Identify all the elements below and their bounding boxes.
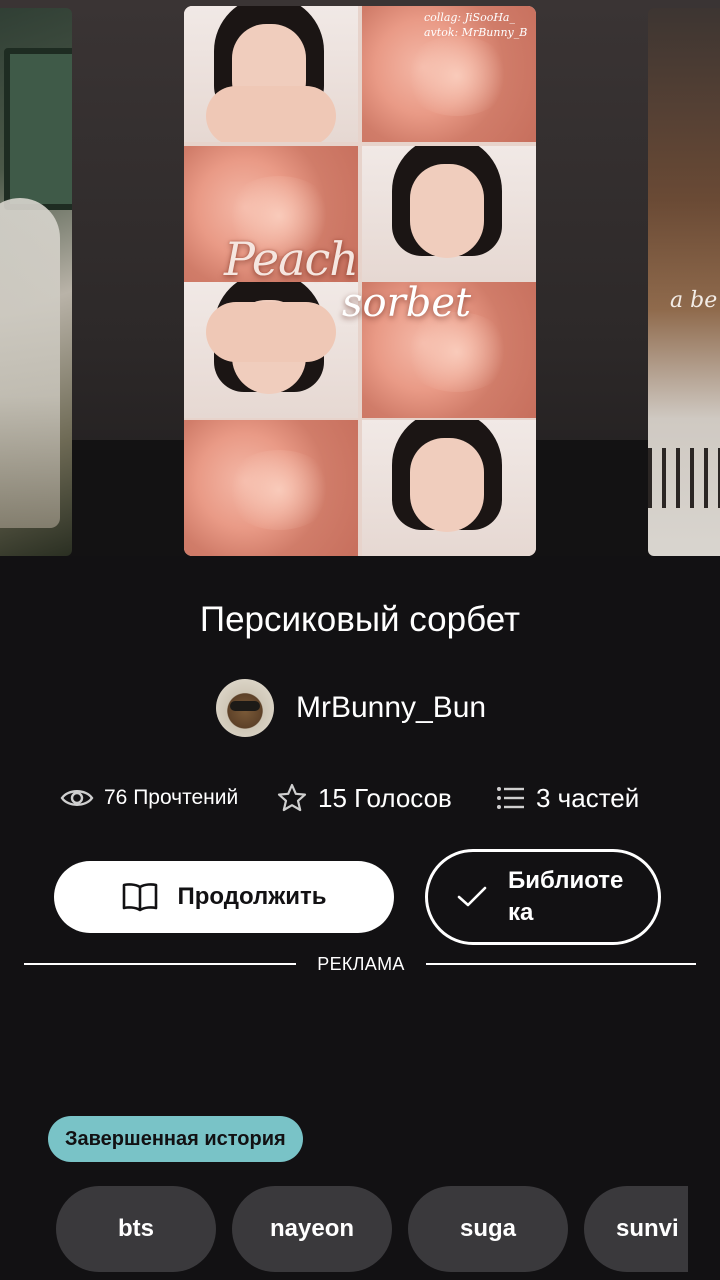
cover-photo-tile: [362, 146, 536, 282]
story-title: Персиковый сорбет: [199, 600, 521, 639]
checkmark-icon: [456, 885, 488, 909]
parts-count: 3 частей: [536, 782, 640, 813]
star-icon: [276, 782, 308, 814]
author-row[interactable]: MrBunny_Bun: [216, 678, 486, 738]
story-stats: 76 Прочтений 15 Голосов 3 частей: [60, 776, 680, 820]
votes-count: 15 Голосов: [318, 782, 452, 813]
reads-count: 76 Прочтений: [104, 786, 239, 809]
votes-stat: 15 Голосов: [276, 776, 452, 820]
list-icon: [496, 785, 526, 811]
tag-chip[interactable]: nayeon: [232, 1186, 392, 1272]
library-button-label: Библиоте ка: [508, 867, 624, 926]
cover-fence-shape: [648, 448, 720, 508]
eye-icon: [60, 786, 94, 810]
next-story-cover[interactable]: a be: [648, 8, 720, 556]
continue-reading-button[interactable]: Продолжить: [54, 861, 394, 933]
cover-subtitle-text: sorbet: [342, 280, 472, 326]
book-icon: [121, 881, 159, 913]
parts-stat: 3 частей: [496, 776, 639, 820]
ad-divider-right: [426, 963, 696, 965]
cover-photo-tile: [184, 282, 358, 418]
cover-figure-shape: [0, 198, 60, 528]
ad-label: РЕКЛАМА: [317, 954, 405, 974]
tag-list[interactable]: bts nayeon suga sunvi: [0, 1186, 688, 1272]
cover-title-text: Peach: [224, 232, 359, 286]
tag-chip[interactable]: bts: [56, 1186, 216, 1272]
cover-peach-tile: [184, 420, 358, 556]
ad-divider-left: [24, 963, 296, 965]
cover-window-shape: [4, 48, 72, 210]
completed-status-badge: Завершенная история: [48, 1116, 303, 1162]
cover-credits-text: collag: JiSooHa_ avtok: MrBunny_B: [424, 11, 528, 39]
story-cover[interactable]: Peach sorbet collag: JiSooHa_ avtok: MrB…: [184, 6, 536, 556]
story-page: Peach sorbet collag: JiSooHa_ avtok: MrB…: [0, 0, 720, 1280]
author-avatar[interactable]: [216, 679, 274, 737]
tag-chip[interactable]: sunvi: [584, 1186, 688, 1272]
next-cover-text: a be: [670, 288, 718, 313]
cover-carousel[interactable]: Peach sorbet collag: JiSooHa_ avtok: MrB…: [0, 0, 720, 556]
tag-chip[interactable]: suga: [408, 1186, 568, 1272]
previous-story-cover[interactable]: [0, 8, 72, 556]
reads-stat: 76 Прочтений: [60, 776, 238, 820]
cover-photo-tile: [184, 6, 358, 142]
add-to-library-button[interactable]: Библиоте ка: [425, 849, 661, 945]
continue-button-label: Продолжить: [177, 883, 327, 910]
author-name[interactable]: MrBunny_Bun: [296, 691, 486, 725]
cover-photo-tile: [362, 420, 536, 556]
